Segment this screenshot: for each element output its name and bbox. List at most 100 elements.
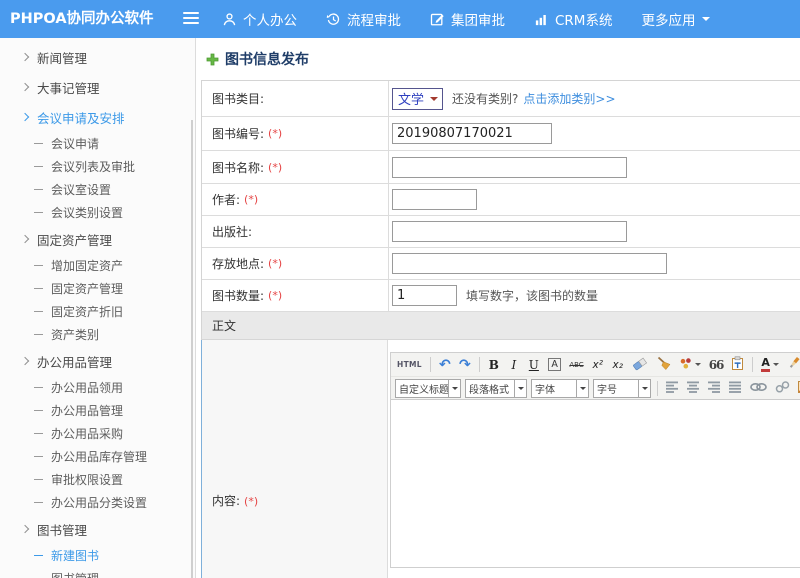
- sidebar-item-label: 增加固定资产: [51, 257, 123, 274]
- sidebar-group[interactable]: 会议申请及安排: [0, 102, 195, 132]
- required-mark: (*): [268, 289, 282, 302]
- dash-bullet-icon: [34, 387, 43, 388]
- chevron-right-icon: [21, 113, 29, 121]
- link-icon[interactable]: [747, 379, 770, 398]
- form-row-category: 图书类目: 文学 还没有类别? 点击添加类别>>: [202, 81, 800, 117]
- required-mark: (*): [268, 257, 282, 270]
- form-row-content: 内容:(*) HTML↶↷BIUAABCx²x₂66A 自定义标题段落格式字体字…: [202, 340, 800, 578]
- quantity-label: 图书数量:: [212, 287, 264, 304]
- location-input[interactable]: [392, 253, 667, 274]
- undo-icon[interactable]: ↶: [436, 355, 454, 374]
- sidebar-item[interactable]: 新建图书: [0, 544, 195, 567]
- caret-down-icon: [702, 17, 710, 25]
- book-no-input[interactable]: [392, 123, 552, 144]
- bar-chart-icon: [534, 12, 549, 27]
- add-category-link[interactable]: 点击添加类别>>: [523, 90, 615, 107]
- required-mark: (*): [244, 193, 258, 206]
- sidebar-item[interactable]: 会议申请: [0, 132, 195, 155]
- sidebar-item[interactable]: 固定资产管理: [0, 277, 195, 300]
- nav-label: 个人办公: [243, 9, 297, 29]
- eraser-icon[interactable]: [629, 355, 651, 374]
- author-input[interactable]: [392, 189, 477, 210]
- sidebar-item-label: 新建图书: [51, 547, 99, 564]
- sidebar-item[interactable]: 办公用品管理: [0, 399, 195, 422]
- dash-bullet-icon: [34, 479, 43, 480]
- category-label: 图书类目:: [212, 90, 264, 107]
- underline-icon[interactable]: U: [525, 355, 543, 374]
- superscript-icon[interactable]: x²: [589, 355, 607, 374]
- sidebar-item[interactable]: 办公用品分类设置: [0, 491, 195, 514]
- category-select[interactable]: 文学: [392, 88, 443, 110]
- editor-content[interactable]: [391, 399, 800, 567]
- caret-down-icon: [773, 363, 779, 369]
- chevron-right-icon: [21, 53, 29, 61]
- sidebar-item[interactable]: 审批权限设置: [0, 468, 195, 491]
- sidebar-item[interactable]: 会议室设置: [0, 178, 195, 201]
- book-name-input[interactable]: [392, 157, 627, 178]
- sidebar-group[interactable]: 办公用品管理: [0, 346, 195, 376]
- sidebar-group-label: 大事记管理: [37, 78, 100, 97]
- paste-as-text-icon[interactable]: [728, 355, 747, 374]
- italic-icon[interactable]: I: [505, 355, 523, 374]
- app-logo[interactable]: PHPOA协同办公软件: [10, 0, 154, 38]
- heading-select[interactable]: 自定义标题: [395, 379, 461, 398]
- font-family-select[interactable]: 字体: [531, 379, 589, 398]
- author-label: 作者:: [212, 191, 240, 208]
- sidebar-item-label: 办公用品库存管理: [51, 448, 147, 465]
- sidebar-item[interactable]: 资产类别: [0, 323, 195, 346]
- form-row-book-name: 图书名称:(*): [202, 151, 800, 184]
- nav-label: 更多应用: [641, 9, 695, 29]
- align-center-icon[interactable]: [684, 379, 703, 398]
- toolbar-separator: [479, 357, 480, 372]
- sidebar-item-label: 图书管理: [51, 570, 99, 578]
- nav-personal-office[interactable]: 个人办公: [222, 9, 297, 29]
- sidebar-scrollbar[interactable]: [191, 120, 193, 578]
- strikethrough-icon[interactable]: ABC: [566, 355, 586, 374]
- sidebar-group[interactable]: 固定资产管理: [0, 224, 195, 254]
- menu-toggle-icon[interactable]: [183, 12, 199, 26]
- html-source-icon[interactable]: HTML: [394, 355, 425, 374]
- sidebar-item[interactable]: 固定资产折旧: [0, 300, 195, 323]
- align-justify-icon[interactable]: [726, 379, 745, 398]
- rich-text-editor: HTML↶↷BIUAABCx²x₂66A 自定义标题段落格式字体字号: [390, 352, 800, 568]
- format-brush-icon[interactable]: [653, 355, 674, 374]
- bold-icon[interactable]: B: [485, 355, 503, 374]
- sidebar-group[interactable]: 大事记管理: [0, 72, 195, 102]
- quantity-input[interactable]: [392, 285, 457, 306]
- align-right-icon[interactable]: [705, 379, 724, 398]
- font-style-box-icon[interactable]: A: [545, 355, 565, 374]
- color-palette-icon[interactable]: [676, 355, 704, 374]
- sidebar-item-label: 审批权限设置: [51, 471, 123, 488]
- sidebar-group[interactable]: 新闻管理: [0, 42, 195, 72]
- redo-icon[interactable]: ↷: [456, 355, 474, 374]
- sidebar-item[interactable]: 会议类别设置: [0, 201, 195, 224]
- sidebar-item[interactable]: 会议列表及审批: [0, 155, 195, 178]
- sidebar-item[interactable]: 办公用品采购: [0, 422, 195, 445]
- net-image-icon[interactable]: [795, 379, 800, 398]
- font-color-icon[interactable]: A: [758, 355, 782, 374]
- sidebar-item-label: 办公用品分类设置: [51, 494, 147, 511]
- caret-down-icon: [514, 380, 526, 397]
- align-left-icon[interactable]: [663, 379, 682, 398]
- font-family-select-label: 字体: [532, 381, 576, 396]
- sidebar-item[interactable]: 图书管理: [0, 567, 195, 578]
- paragraph-select[interactable]: 段落格式: [465, 379, 527, 398]
- sidebar-item[interactable]: 增加固定资产: [0, 254, 195, 277]
- blockquote-icon[interactable]: 66: [706, 355, 727, 374]
- toolbar-separator: [430, 357, 431, 372]
- sidebar-group[interactable]: 图书管理: [0, 514, 195, 544]
- dash-bullet-icon: [34, 265, 43, 266]
- unlink-icon[interactable]: [772, 379, 793, 398]
- nav-process-approval[interactable]: 流程审批: [326, 9, 401, 29]
- nav-group-approval[interactable]: 集团审批: [430, 9, 505, 29]
- font-size-select[interactable]: 字号: [593, 379, 651, 398]
- subscript-icon[interactable]: x₂: [609, 355, 627, 374]
- highlight-color-icon[interactable]: [784, 355, 800, 374]
- sidebar-item[interactable]: 办公用品领用: [0, 376, 195, 399]
- caret-down-icon: [576, 380, 588, 397]
- sidebar-item[interactable]: 办公用品库存管理: [0, 445, 195, 468]
- nav-more-apps[interactable]: 更多应用: [641, 9, 710, 29]
- nav-crm-system[interactable]: CRM系统: [534, 9, 612, 29]
- form-row-publisher: 出版社:: [202, 216, 800, 248]
- publisher-input[interactable]: [392, 221, 627, 242]
